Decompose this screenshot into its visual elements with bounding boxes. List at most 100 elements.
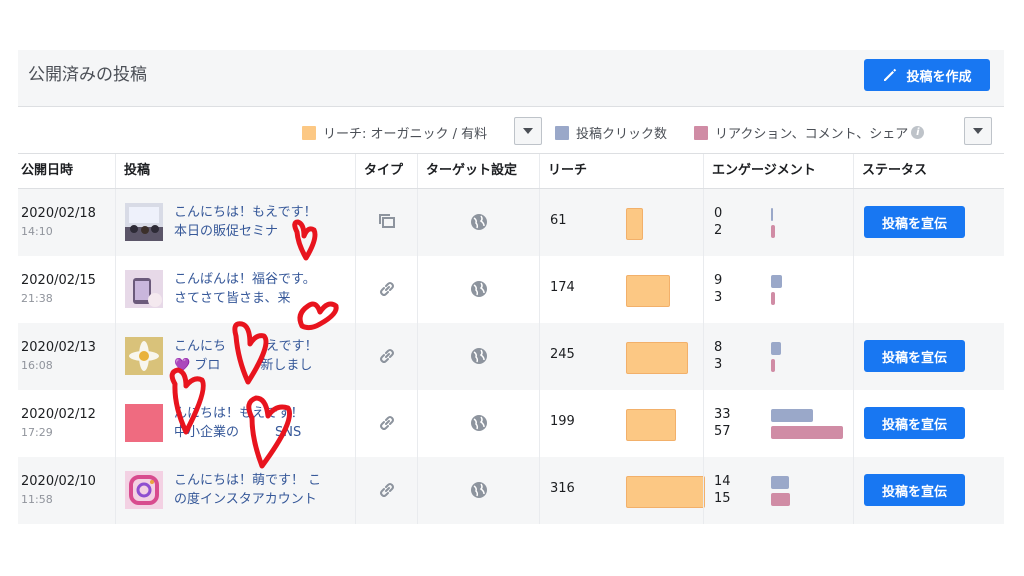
post-date: 2020/02/10 xyxy=(21,474,96,489)
link-icon xyxy=(380,416,394,430)
table-row[interactable]: 2020/02/12 17:29 んにちは！もえです！ 中小企業の SNS 199 xyxy=(18,390,1004,457)
chevron-down-icon xyxy=(523,128,533,134)
post-time: 14:10 xyxy=(21,225,53,238)
reactions-bar xyxy=(771,426,843,439)
post-text-line: 本日の販促セミナ xyxy=(174,224,279,239)
engagement-cell: 14 15 xyxy=(703,457,853,524)
status-cell: 投稿を宣伝 xyxy=(853,457,1004,524)
legend-clicks-label: 投稿クリック数 xyxy=(576,127,668,142)
type-cell xyxy=(355,390,417,457)
page-title: 公開済みの投稿 xyxy=(28,65,147,85)
panel-header: 公開済みの投稿 投稿を作成 xyxy=(18,50,1004,107)
col-status[interactable]: ステータス xyxy=(853,154,1004,188)
clicks-bar xyxy=(771,342,781,355)
promote-post-button[interactable]: 投稿を宣伝 xyxy=(864,407,965,439)
clicks-bar xyxy=(771,409,813,422)
photo-icon xyxy=(379,214,395,228)
targeting-cell xyxy=(417,390,539,457)
globe-icon xyxy=(471,415,487,431)
post-text-line: こんばんは！福谷です。 xyxy=(174,272,316,287)
post-text-link[interactable]: こんばんは！福谷です。 さてさて皆さま、来 xyxy=(174,270,344,308)
col-published-date[interactable]: 公開日時 xyxy=(18,154,115,188)
col-engagement[interactable]: エンゲージメント xyxy=(703,154,853,188)
reach-bar xyxy=(626,275,670,307)
post-thumbnail[interactable] xyxy=(125,404,163,442)
post-thumbnail[interactable] xyxy=(125,270,163,308)
promote-post-button[interactable]: 投稿を宣伝 xyxy=(864,206,965,238)
status-cell: 投稿を宣伝 xyxy=(853,390,1004,457)
post-text-link[interactable]: こんにち えです！ 💜 ブロ 新しまし xyxy=(174,337,344,375)
reach-cell: 174 xyxy=(539,256,703,323)
status-cell xyxy=(853,256,1004,323)
reach-value: 245 xyxy=(550,347,575,362)
reactions-value: 2 xyxy=(714,223,723,238)
clicks-value: 0 xyxy=(714,206,723,221)
post-text-line: こんにちは！萌です！ こ xyxy=(174,473,322,488)
pencil-icon xyxy=(884,68,897,81)
reactions-bar xyxy=(771,359,775,372)
globe-icon xyxy=(471,482,487,498)
post-text-link[interactable]: んにちは！もえです！ 中小企業の SNS xyxy=(174,404,344,442)
table-row[interactable]: 2020/02/18 14:10 こんにちは！もえです！ 本日の販促セミナ 61… xyxy=(18,189,1004,256)
legend-reach: リーチ: オーガニック / 有料 xyxy=(302,123,487,142)
post-text-fragment: SNS xyxy=(275,425,302,440)
type-cell xyxy=(355,323,417,390)
engagement-dropdown-button[interactable] xyxy=(964,117,992,145)
post-cell: こんばんは！福谷です。 さてさて皆さま、来 xyxy=(115,256,355,323)
post-thumbnail[interactable] xyxy=(125,471,163,509)
col-targeting[interactable]: ターゲット設定 xyxy=(417,154,539,188)
post-date: 2020/02/12 xyxy=(21,407,96,422)
clicks-bar xyxy=(771,476,789,489)
col-type[interactable]: タイプ xyxy=(355,154,417,188)
reach-bar xyxy=(626,476,705,508)
date-cell: 2020/02/18 14:10 xyxy=(18,189,115,256)
table-row[interactable]: 2020/02/10 11:58 こんにちは！萌です！ こ の度インスタアカウン… xyxy=(18,457,1004,524)
clicks-value: 8 xyxy=(714,340,723,355)
promote-post-button[interactable]: 投稿を宣伝 xyxy=(864,340,965,372)
legend-reactions: リアクション、コメント、シェア i xyxy=(694,123,925,142)
legend-clicks: 投稿クリック数 xyxy=(555,123,667,142)
clicks-value: 9 xyxy=(714,273,723,288)
reactions-swatch xyxy=(694,125,708,140)
engagement-cell: 9 3 xyxy=(703,256,853,323)
post-text-line: 中小企業の SNS xyxy=(174,423,344,442)
post-text-line: こんにちは！もえです！ xyxy=(174,205,317,220)
col-reach[interactable]: リーチ xyxy=(539,154,703,188)
reach-value: 316 xyxy=(550,481,575,496)
table-row[interactable]: 2020/02/13 16:08 こんにち えです！ 💜 ブロ 新しまし 245… xyxy=(18,323,1004,390)
reach-cell: 316 xyxy=(539,457,705,524)
post-date: 2020/02/15 xyxy=(21,273,96,288)
post-text-fragment: んにちは！も xyxy=(174,406,253,421)
post-time: 17:29 xyxy=(21,426,53,439)
post-text-line: さてさて皆さま、来 xyxy=(174,291,291,306)
post-text-line: の度インスタアカウント xyxy=(174,492,317,507)
post-thumbnail[interactable] xyxy=(125,337,163,375)
reach-value: 174 xyxy=(550,280,575,295)
reach-cell: 61 xyxy=(539,189,703,256)
clicks-swatch xyxy=(555,125,569,140)
reactions-bar xyxy=(771,225,775,238)
post-text-link[interactable]: こんにちは！もえです！ 本日の販促セミナ xyxy=(174,203,344,241)
col-post[interactable]: 投稿 xyxy=(115,154,355,188)
date-cell: 2020/02/15 21:38 xyxy=(18,256,115,323)
clicks-value: 33 xyxy=(714,407,731,422)
post-text-fragment: こんにち xyxy=(174,339,227,354)
reach-cell: 199 xyxy=(539,390,703,457)
create-post-button[interactable]: 投稿を作成 xyxy=(864,59,990,91)
reactions-bar xyxy=(771,493,790,506)
type-cell xyxy=(355,457,417,524)
reach-dropdown-button[interactable] xyxy=(514,117,542,145)
reactions-bar xyxy=(771,292,775,305)
promote-post-button[interactable]: 投稿を宣伝 xyxy=(864,474,965,506)
info-icon[interactable]: i xyxy=(911,126,925,139)
post-text-fragment: 💜 ブロ xyxy=(174,358,221,373)
table-row[interactable]: 2020/02/15 21:38 こんばんは！福谷です。 さてさて皆さま、来 1… xyxy=(18,256,1004,323)
post-date: 2020/02/13 xyxy=(21,340,96,355)
targeting-cell xyxy=(417,189,539,256)
create-post-label: 投稿を作成 xyxy=(906,69,972,85)
post-thumbnail[interactable] xyxy=(125,203,163,241)
post-text-link[interactable]: こんにちは！萌です！ こ の度インスタアカウント xyxy=(174,471,344,509)
reactions-value: 3 xyxy=(714,290,723,305)
globe-icon xyxy=(471,214,487,230)
status-cell: 投稿を宣伝 xyxy=(853,189,1004,256)
